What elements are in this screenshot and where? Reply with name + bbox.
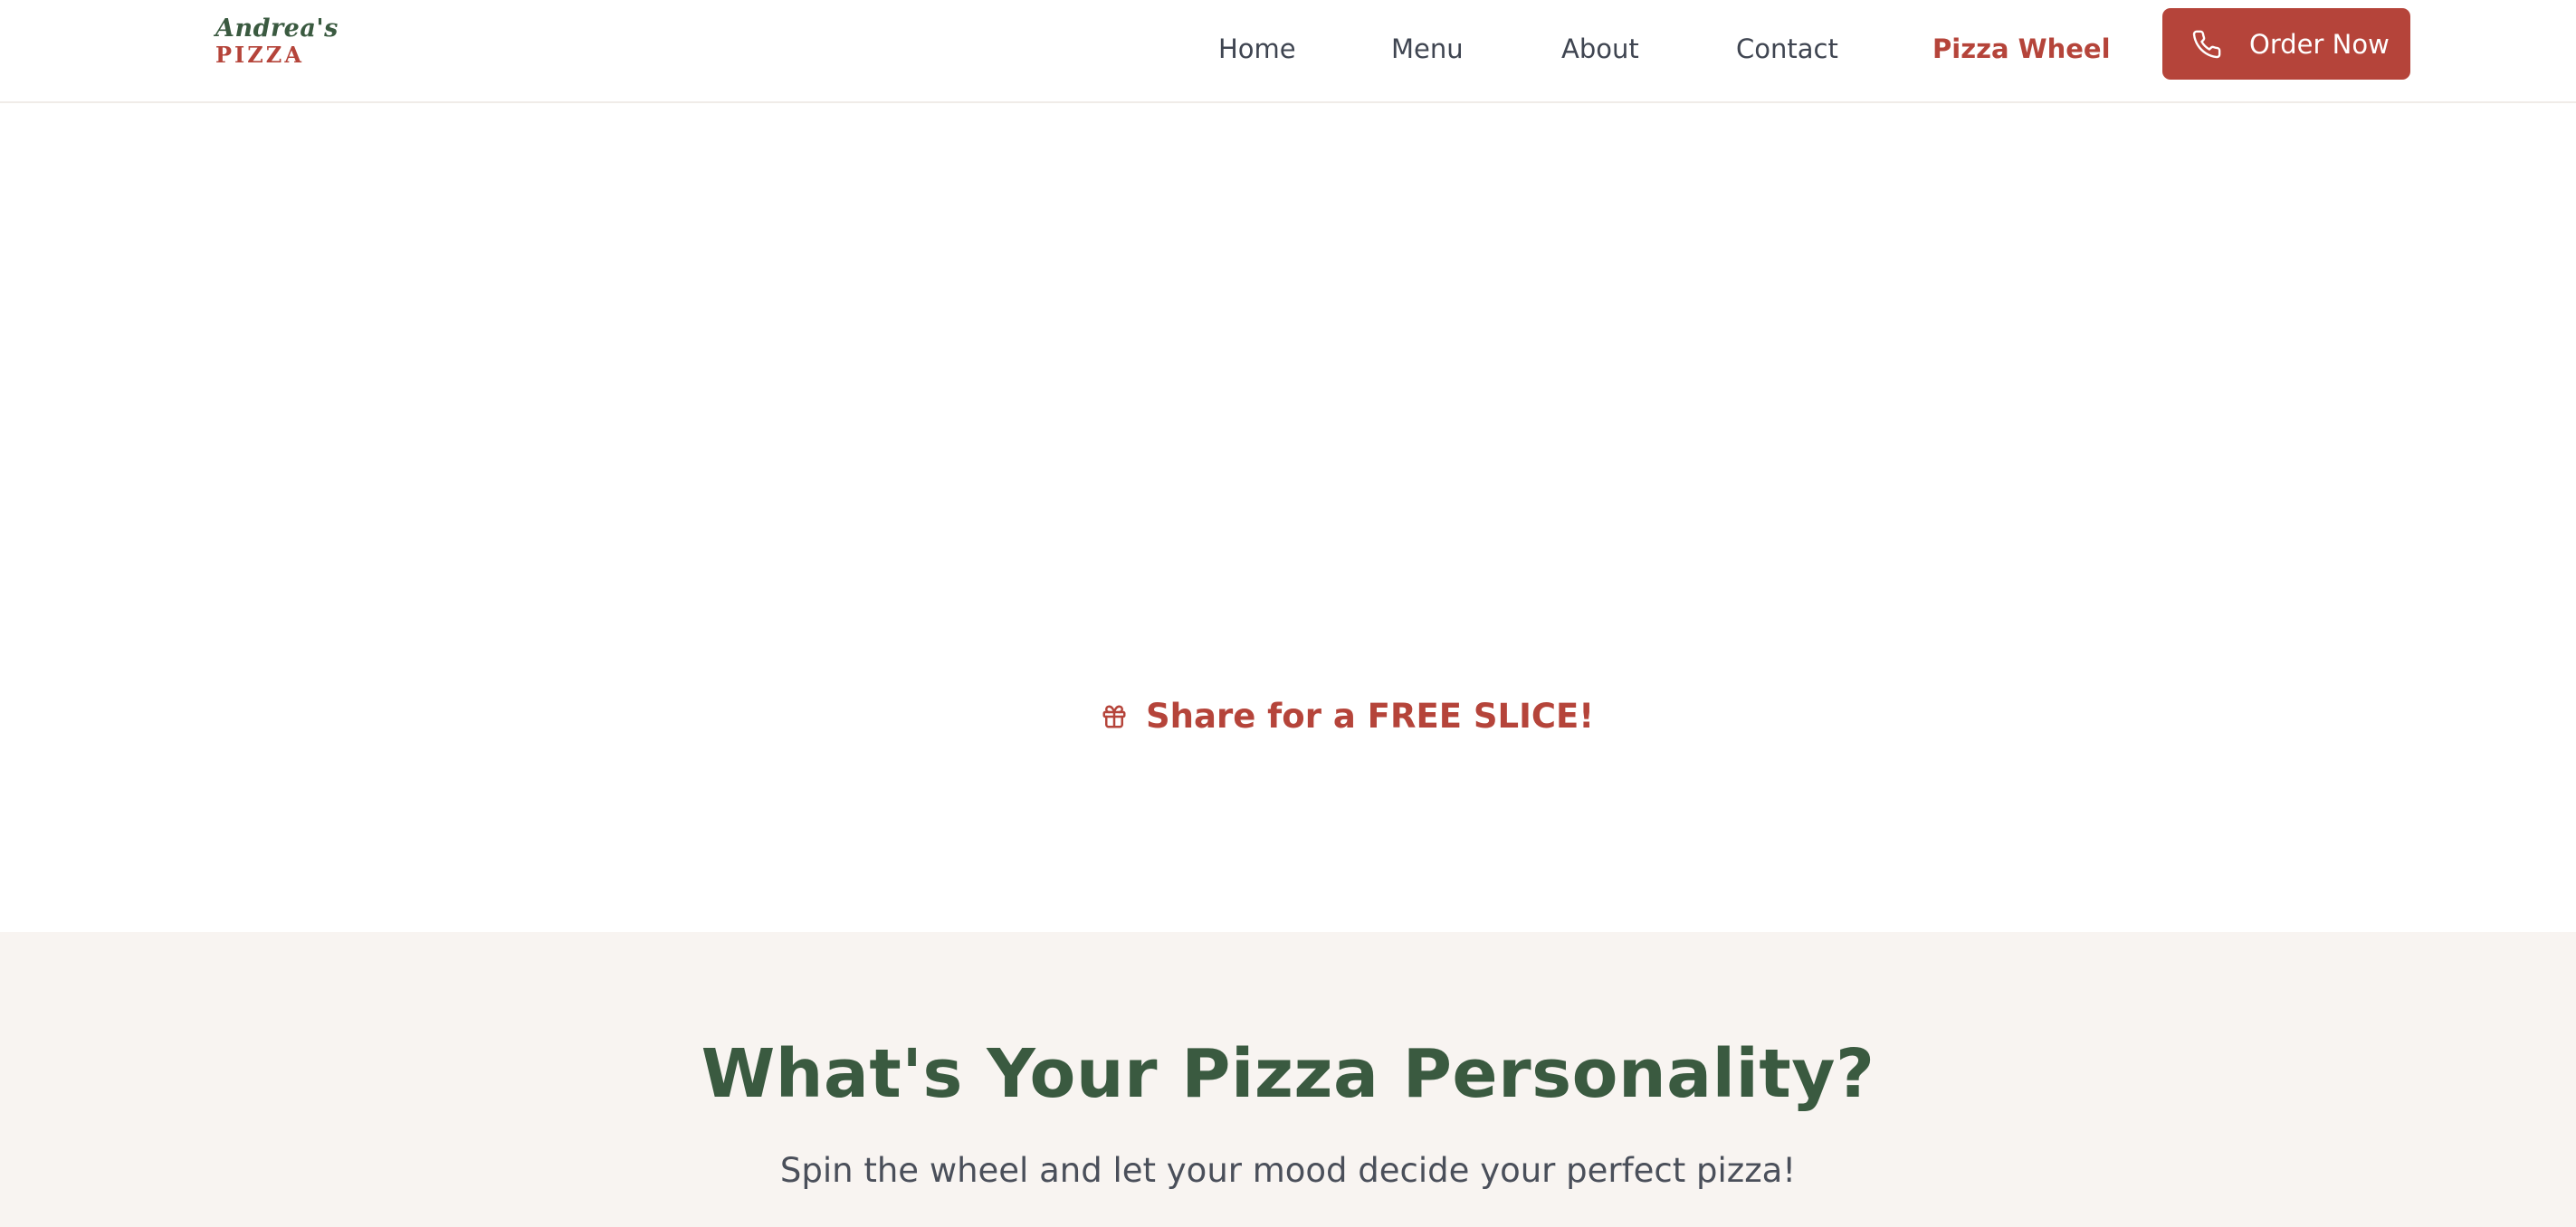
nav-link-home[interactable]: Home bbox=[1218, 33, 1296, 65]
phone-icon bbox=[2191, 29, 2222, 60]
nav-link-pizza-wheel[interactable]: Pizza Wheel bbox=[1932, 33, 2111, 65]
site-header: Andrea's PIZZA Home Menu About Contact P… bbox=[0, 0, 2576, 103]
order-now-button[interactable]: Order Now bbox=[2162, 8, 2410, 80]
nav-link-about[interactable]: About bbox=[1561, 33, 1639, 65]
nav-link-contact[interactable]: Contact bbox=[1736, 33, 1838, 65]
share-label: Share for a FREE SLICE! bbox=[1146, 697, 1595, 736]
order-now-label: Order Now bbox=[2249, 28, 2390, 60]
gift-icon bbox=[1101, 703, 1128, 730]
pizza-personality-section: What's Your Pizza Personality? Spin the … bbox=[0, 932, 2576, 1227]
section-title: What's Your Pizza Personality? bbox=[701, 1035, 1875, 1113]
share-free-slice[interactable]: Share for a FREE SLICE! bbox=[1101, 697, 1594, 737]
section-subtitle: Spin the wheel and let your mood decide … bbox=[779, 1151, 1797, 1190]
nav-link-menu[interactable]: Menu bbox=[1391, 33, 1464, 65]
